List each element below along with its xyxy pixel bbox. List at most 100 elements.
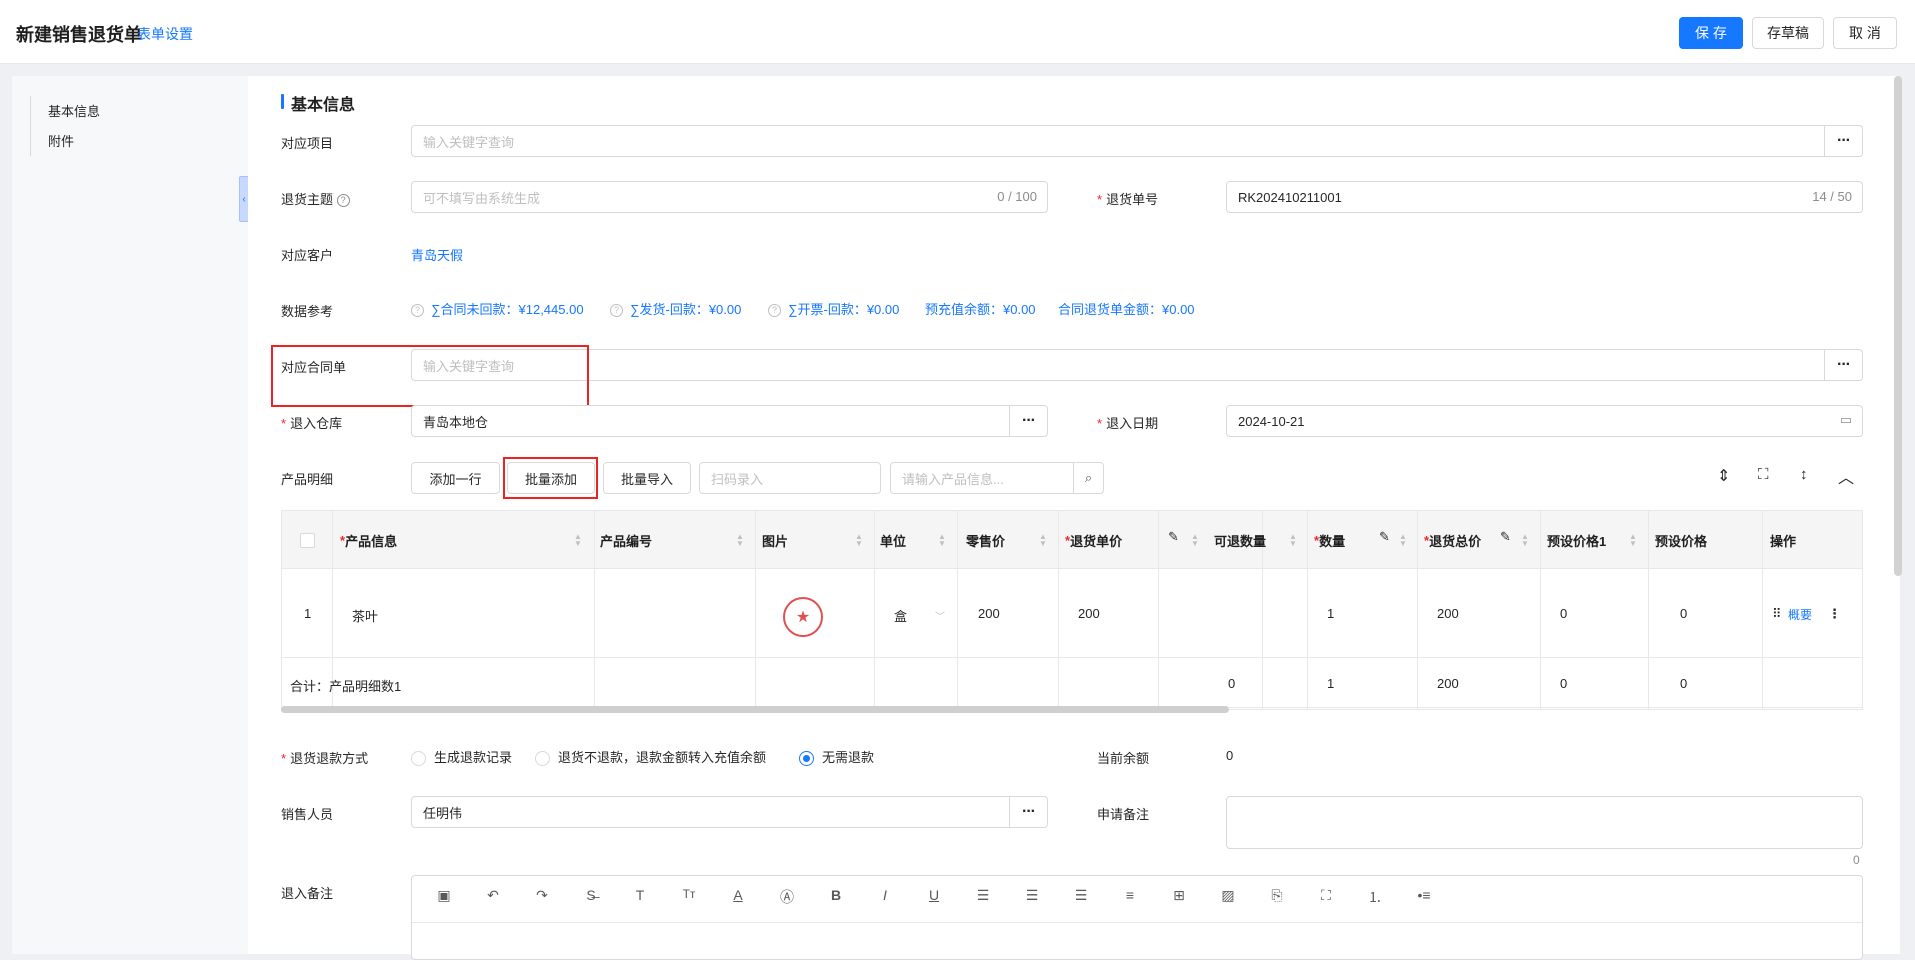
col-preset-price-1[interactable]: 预设价格1 [1547,531,1606,550]
cancel-button[interactable]: 取 消 [1833,17,1897,49]
more-dots-icon[interactable]: ··· [1824,350,1862,380]
sort-icon[interactable]: ▲ ▼ [573,533,583,548]
col-unit[interactable]: 单位 [880,531,906,550]
subject-counter: 0 / 100 [997,189,1037,204]
redo-icon[interactable]: ↷ [532,887,552,904]
return-no-input[interactable]: RK202410211001 14 / 50 [1226,181,1863,213]
chevron-up-icon[interactable]: ︿ [1838,464,1854,488]
remark-textarea[interactable] [1226,796,1863,849]
warehouse-input[interactable]: 青岛本地仓 ··· [411,405,1048,437]
project-input[interactable]: 输入关键字查询 ··· [411,125,1863,157]
help-icon[interactable]: ? [610,304,623,318]
font-size-icon[interactable]: T [630,887,650,903]
return-date-input[interactable]: 2024-10-21 ▭ [1226,405,1863,437]
text-size-icon[interactable]: Tт [679,887,699,901]
fullscreen-icon[interactable]: ⛶ [1758,466,1769,483]
col-return-price[interactable]: * 退货单价 [1065,531,1122,550]
sort-icon[interactable]: ▲ ▼ [1520,533,1530,548]
help-icon[interactable]: ? [411,304,424,318]
row-height-icon[interactable]: ⇕ [1717,466,1730,486]
more-dots-icon[interactable]: ··· [1009,797,1047,827]
select-all-checkbox[interactable] [300,533,315,548]
col-retail-price[interactable]: 零售价 [966,531,1005,550]
bold-icon[interactable]: B [826,887,846,903]
expand-vertical-icon[interactable]: ↕ [1800,466,1808,483]
radio-button[interactable] [411,751,426,767]
unit-select[interactable]: 盒 ﹀ [894,606,945,625]
sidebar-item-basic-info[interactable]: 基本信息 [48,101,100,120]
image-icon[interactable]: ▨ [1218,887,1238,904]
sort-icon[interactable]: ▲ ▼ [735,533,745,548]
ordered-list-icon[interactable]: ⒈ [1365,887,1385,907]
sidebar-item-attachments[interactable]: 附件 [48,131,74,150]
bullet-list-icon[interactable]: •≡ [1414,887,1434,903]
radio-button[interactable] [535,751,550,767]
align-justify-icon[interactable]: ≡ [1120,887,1140,903]
table-icon[interactable]: ⊞ [1169,887,1189,904]
sort-icon[interactable]: ▲ ▼ [854,533,864,548]
col-image[interactable]: 图片 [762,531,788,550]
attachment-icon[interactable]: ⎘ [1267,887,1287,904]
product-image-thumbnail[interactable]: ★ [783,597,823,637]
edit-icon[interactable]: ✎ [1500,529,1511,545]
help-icon[interactable]: ? [768,304,781,318]
col-quantity[interactable]: * 数量 [1314,531,1345,550]
col-product-code[interactable]: 产品编号 [600,531,652,550]
batch-import-button[interactable]: 批量导入 [603,462,691,494]
drag-handle-icon[interactable]: ⠿ [1772,606,1782,622]
horizontal-scrollbar[interactable] [281,706,1229,713]
undo-icon[interactable]: ↶ [483,887,503,904]
sales-person-input[interactable]: 任明伟 ··· [411,796,1048,828]
save-draft-button[interactable]: 存草稿 [1752,17,1824,49]
radio-button-selected[interactable] [799,751,814,767]
highlight-color-icon[interactable]: Ⓐ [777,887,797,907]
add-row-button[interactable]: 添加一行 [411,462,500,494]
edit-icon[interactable]: ✎ [1379,529,1390,545]
contract-input[interactable]: 输入关键字查询 ··· [411,349,1863,381]
align-right-icon[interactable]: ☰ [1071,887,1091,904]
more-dots-icon[interactable]: ··· [1009,406,1047,436]
summary-link[interactable]: 概要 [1788,606,1812,623]
edit-icon[interactable]: ✎ [1168,529,1179,545]
col-returnable-qty[interactable]: 可退数量 [1214,531,1266,550]
align-left-icon[interactable]: ☰ [973,887,993,904]
more-vertical-icon[interactable]: ⋮ [1828,606,1841,622]
col-preset-price-2[interactable]: 预设价格 [1655,531,1725,550]
subject-input[interactable]: 可不填写由系统生成 0 / 100 [411,181,1048,213]
return-total-input[interactable]: 200 [1437,606,1459,621]
scan-input[interactable]: 扫码录入 [699,462,881,494]
more-dots-icon[interactable]: ··· [1824,126,1862,156]
strikethrough-icon[interactable]: S̶ [581,887,601,903]
refund-method-label-text: 退货退款方式 [290,751,369,766]
col-product-info[interactable]: * 产品信息 [340,531,397,550]
radio-generate-refund[interactable]: 生成退款记录 [411,747,512,767]
calendar-icon: ▭ [1839,412,1852,427]
sort-icon[interactable]: ▲ ▼ [1628,533,1638,548]
save-button[interactable]: 保 存 [1679,17,1743,49]
sort-icon[interactable]: ▲ ▼ [937,533,947,548]
font-color-icon[interactable]: A [728,887,748,903]
quantity-input[interactable]: 1 [1327,606,1334,621]
vertical-scrollbar[interactable] [1894,76,1902,576]
section-title: 基本信息 [281,91,355,115]
form-settings-link[interactable]: 表单设置 [137,24,193,44]
sort-icon[interactable]: ▲ ▼ [1398,533,1408,548]
underline-icon[interactable]: U [924,887,944,903]
customer-link[interactable]: 青岛天假 [411,245,463,264]
template-icon[interactable]: ▣ [434,887,454,904]
radio-no-refund[interactable]: 无需退款 [799,747,874,767]
sort-icon[interactable]: ▲ ▼ [1038,533,1048,548]
product-name[interactable]: 茶叶 [352,606,378,625]
sort-icon[interactable]: ▲ ▼ [1288,533,1298,548]
italic-icon[interactable]: I [875,887,895,903]
search-icon[interactable]: ⌕ [1073,463,1103,493]
return-price-input[interactable]: 200 [1078,606,1100,621]
fullscreen-icon[interactable]: ⛶ [1316,887,1336,904]
sort-icon[interactable]: ▲ ▼ [1190,533,1200,548]
radio-no-refund-to-balance[interactable]: 退货不退款，退款金额转入充值余额 [535,747,766,767]
col-return-total[interactable]: * 退货总价 [1424,531,1481,550]
help-icon[interactable]: ? [336,194,350,208]
align-center-icon[interactable]: ☰ [1022,887,1042,904]
subject-placeholder: 可不填写由系统生成 [423,190,541,206]
product-search-input[interactable]: 请输入产品信息... ⌕ [890,462,1104,494]
